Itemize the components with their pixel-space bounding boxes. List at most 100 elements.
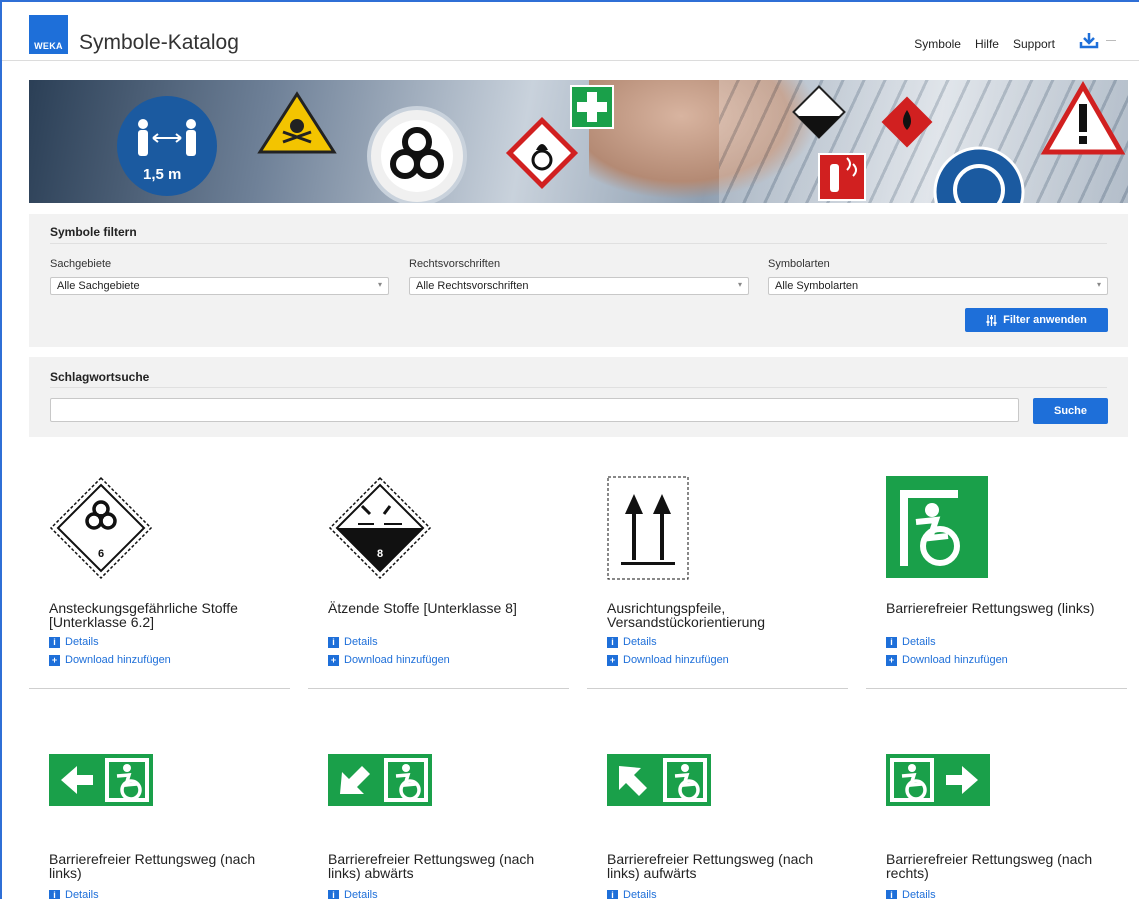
plus-icon: + — [886, 654, 897, 666]
add-download-label: Download hinzufügen — [65, 654, 171, 666]
symbol-name[interactable]: Ätzende Stoffe [Unterklasse 8] — [328, 601, 568, 615]
apply-filter-label: Filter anwenden — [1003, 314, 1087, 326]
rechtsvorschriften-value: Alle Rechtsvorschriften — [416, 280, 529, 292]
symbol-name[interactable]: Barrierefreier Rettungsweg (nach links) — [49, 852, 289, 880]
symbol-card: Barrierefreier Rettungsweg (nach links) … — [29, 754, 289, 899]
accessible-exit-right-arrow-icon[interactable] — [886, 754, 990, 806]
details-label: Details — [344, 636, 378, 648]
download-icon[interactable] — [1076, 32, 1102, 50]
filter-panel: Symbole filtern Sachgebiete Alle Sachgeb… — [29, 214, 1128, 347]
symbol-card: 8 Ätzende Stoffe [Unterklasse 8] i Detail… — [308, 476, 569, 690]
add-download-label: Download hinzufügen — [623, 654, 729, 666]
info-icon: i — [886, 636, 897, 648]
accessible-exit-left-arrow-icon[interactable] — [49, 754, 153, 806]
accessible-exit-up-left-arrow-icon[interactable] — [607, 754, 711, 806]
sliders-icon — [986, 314, 997, 326]
symbol-card: Barrierefreier Rettungsweg (links) i Deta… — [866, 476, 1127, 690]
add-download-label: Download hinzufügen — [344, 654, 450, 666]
sachgebiete-value: Alle Sachgebiete — [57, 280, 140, 292]
add-download-link[interactable]: + Download hinzufügen — [49, 654, 171, 666]
info-icon: i — [328, 636, 339, 648]
chevron-down-icon: ▾ — [377, 280, 382, 289]
details-label: Details — [344, 889, 378, 899]
details-label: Details — [65, 636, 99, 648]
details-label: Details — [623, 889, 657, 899]
details-link[interactable]: i Details — [49, 636, 99, 648]
nav-support[interactable]: Support — [1013, 37, 1055, 51]
details-link[interactable]: i Details — [886, 889, 936, 899]
search-panel: Schlagwortsuche Suche — [29, 357, 1128, 437]
symbol-name[interactable]: Barrierefreier Rettungsweg (nach links) … — [328, 852, 568, 880]
rechtsvorschriften-label: Rechtsvorschriften — [409, 258, 501, 270]
orientation-arrows-icon[interactable] — [607, 476, 689, 580]
sachgebiete-select[interactable]: Alle Sachgebiete ▾ — [50, 277, 389, 295]
info-icon: i — [607, 636, 618, 648]
search-divider — [50, 387, 1107, 388]
symbol-name[interactable]: Barrierefreier Rettungsweg (links) — [886, 601, 1126, 615]
app-title: Symbole-Katalog — [79, 31, 239, 54]
oxidizing-hazard-icon — [505, 116, 579, 190]
banner-symbols — [117, 80, 1126, 203]
sign-class-number: 6 — [98, 548, 104, 560]
symbolarten-value: Alle Symbolarten — [775, 280, 859, 292]
chevron-down-icon: ▾ — [1096, 280, 1101, 289]
details-label: Details — [65, 889, 99, 899]
details-link[interactable]: i Details — [328, 636, 378, 648]
symbol-name[interactable]: Ausrichtungspfeile, Versandstückorientie… — [607, 601, 847, 629]
biohazard-class-6-icon[interactable]: 6 — [49, 476, 153, 580]
filter-divider — [50, 243, 1107, 244]
info-icon: i — [49, 636, 60, 648]
plus-icon: + — [328, 654, 339, 666]
card-divider — [587, 688, 848, 689]
details-link[interactable]: i Details — [328, 889, 378, 899]
card-divider — [308, 688, 569, 689]
info-icon: i — [49, 889, 60, 899]
add-download-link[interactable]: + Download hinzufügen — [607, 654, 729, 666]
sachgebiete-label: Sachgebiete — [50, 258, 112, 270]
nav-symbole[interactable]: Symbole — [914, 37, 961, 51]
details-label: Details — [623, 636, 657, 648]
symbol-card: Barrierefreier Rettungsweg (nach links) … — [308, 754, 568, 899]
symbol-card: Ausrichtungspfeile, Versandstückorientie… — [587, 476, 848, 690]
hero-banner: 1,5 m — [29, 80, 1128, 203]
details-link[interactable]: i Details — [49, 889, 99, 899]
nav-hilfe[interactable]: Hilfe — [975, 37, 999, 51]
card-divider — [29, 688, 290, 689]
search-button-label: Suche — [1053, 405, 1087, 417]
weka-logo[interactable]: WEKA — [29, 15, 68, 54]
keyword-search-input[interactable] — [50, 398, 1019, 422]
plus-icon: + — [49, 654, 60, 666]
details-link[interactable]: i Details — [607, 889, 657, 899]
fire-extinguisher-icon — [818, 153, 866, 201]
sign-class-number: 8 — [377, 548, 383, 560]
symbol-name[interactable]: Barrierefreier Rettungsweg (nach links) … — [607, 852, 847, 880]
chevron-down-icon: ▾ — [737, 280, 742, 289]
apply-filter-button[interactable]: Filter anwenden — [965, 308, 1108, 332]
symbol-card: Barrierefreier Rettungsweg (nach links) … — [587, 754, 847, 899]
details-link[interactable]: i Details — [886, 636, 936, 648]
download-count-dash — [1106, 40, 1116, 41]
info-icon: i — [607, 889, 618, 899]
add-download-label: Download hinzufügen — [902, 654, 1008, 666]
details-link[interactable]: i Details — [607, 636, 657, 648]
card-divider — [866, 688, 1127, 689]
symbolarten-select[interactable]: Alle Symbolarten ▾ — [768, 277, 1108, 295]
info-icon: i — [328, 889, 339, 899]
add-download-link[interactable]: + Download hinzufügen — [328, 654, 450, 666]
corrosive-class-8-icon[interactable]: 8 — [328, 476, 432, 580]
info-icon: i — [886, 889, 897, 899]
rechtsvorschriften-select[interactable]: Alle Rechtsvorschriften ▾ — [409, 277, 749, 295]
symbol-card: Barrierefreier Rettungsweg (nach rechts)… — [866, 754, 1126, 899]
symbol-name[interactable]: Barrierefreier Rettungsweg (nach rechts) — [886, 852, 1126, 880]
accessible-exit-down-left-arrow-icon[interactable] — [328, 754, 432, 806]
search-button[interactable]: Suche — [1033, 398, 1108, 424]
symbolarten-label: Symbolarten — [768, 258, 830, 270]
search-title: Schlagwortsuche — [50, 370, 150, 384]
details-label: Details — [902, 636, 936, 648]
accessible-exit-left-icon[interactable] — [886, 476, 988, 578]
distance-label: 1,5 m — [143, 166, 182, 183]
main-nav: Symbole Hilfe Support — [914, 37, 1055, 51]
add-download-link[interactable]: + Download hinzufügen — [886, 654, 1008, 666]
symbol-name[interactable]: Ansteckungsgefährliche Stoffe [Unterklas… — [49, 601, 289, 629]
symbol-card: 6 Ansteckungsgefährliche Stoffe [Unterkl… — [29, 476, 290, 690]
